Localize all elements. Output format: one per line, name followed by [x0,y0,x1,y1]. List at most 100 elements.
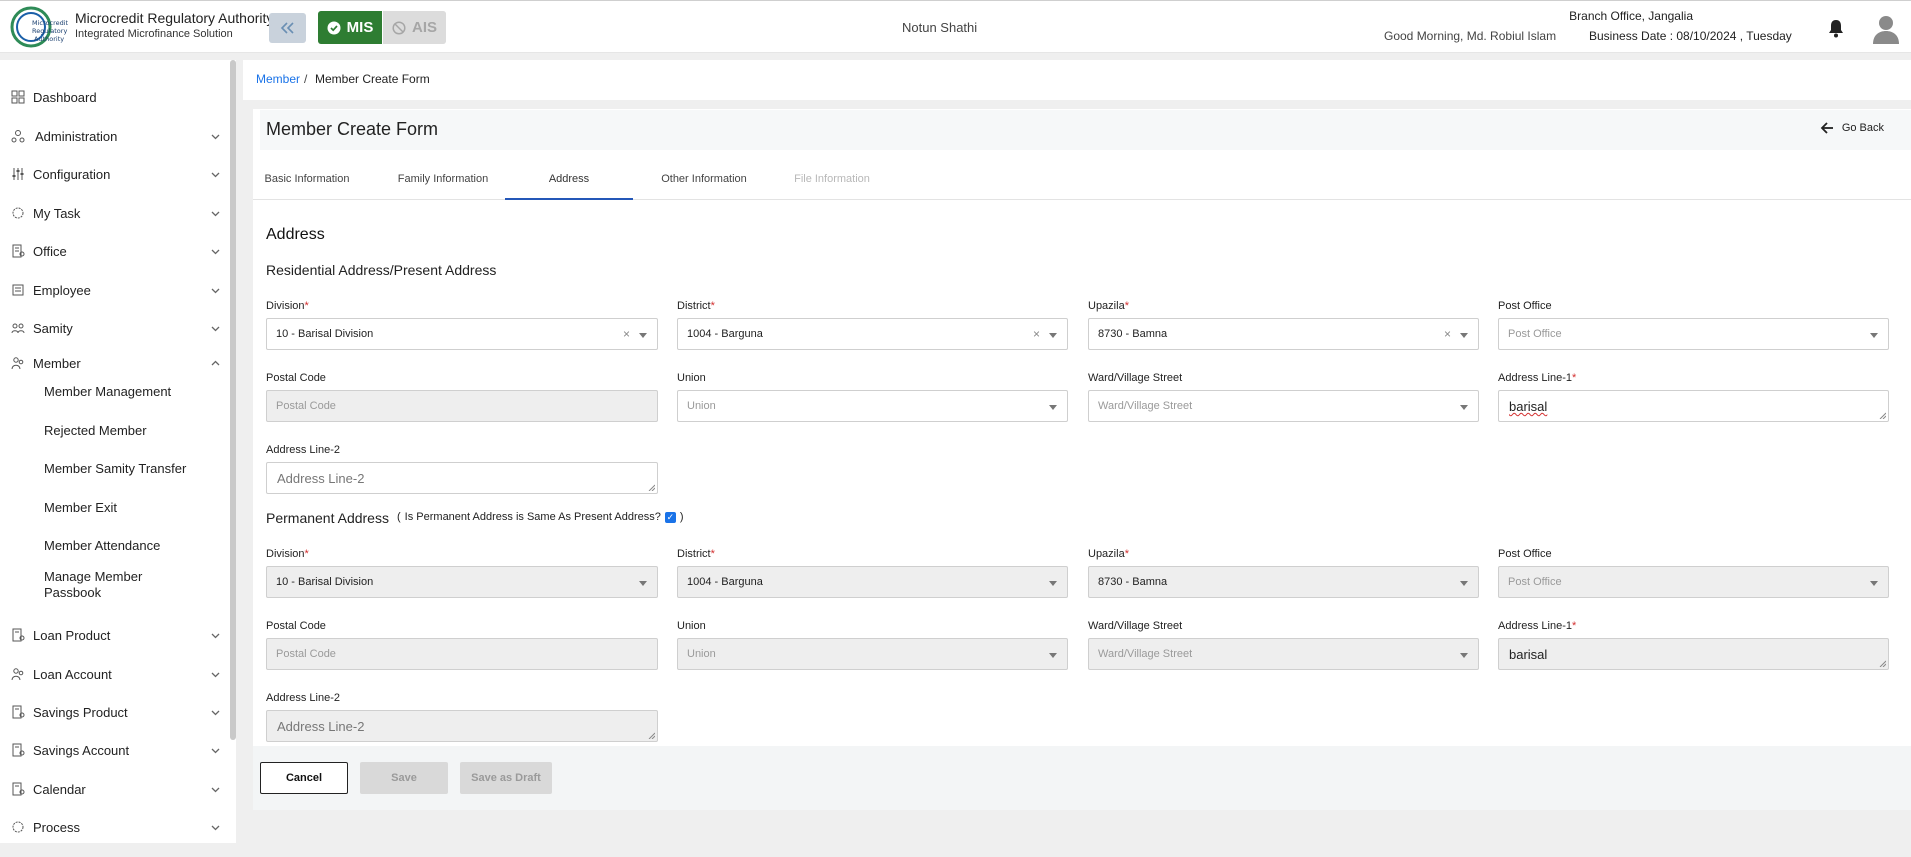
present-ward-select[interactable]: Ward/Village Street [1088,390,1479,422]
present-upazila-select[interactable]: 8730 - Bamna × [1088,318,1479,350]
sidebar-subitem-member-exit[interactable]: Member Exit [44,500,117,516]
permanent-district-select[interactable]: 1004 - Barguna [677,566,1068,598]
mra-logo: Microcredit Regulatory Authority [10,6,68,48]
save-button[interactable]: Save [360,762,448,794]
clear-icon[interactable]: × [1033,327,1040,341]
sidebar-item-label: Savings Product [33,704,128,720]
svg-text:Regulatory: Regulatory [32,27,67,35]
tab-address[interactable]: Address [505,159,633,200]
present-division-select[interactable]: 10 - Barisal Division × [266,318,658,350]
ais-mode-button[interactable]: AIS [383,11,446,44]
tab-file-information[interactable]: File Information [768,159,896,200]
sidebar-item-label: Calendar [33,781,86,797]
sidebar-item-member[interactable]: Member [0,351,226,375]
chevron-down-icon [639,581,647,586]
permanent-district-label: District* [677,548,715,560]
chevron-down-icon [1049,405,1057,410]
post-office-label: Post Office [1498,300,1552,312]
address-line-2-label: Address Line-2 [266,444,340,456]
page-title: Member Create Form [266,119,439,139]
sidebar-subitem-member-samity-transfer[interactable]: Member Samity Transfer [44,461,186,477]
sidebar-subitem-member-management[interactable]: Member Management [44,384,171,400]
sidebar-item-loan-product[interactable]: Loan Product [0,623,226,647]
sidebar-subitem-manage-member-passbook[interactable]: Manage Member Passbook [44,569,194,601]
block-icon [392,20,406,35]
sidebar-item-dashboard[interactable]: Dashboard [0,85,226,109]
present-postal-code-input[interactable]: Postal Code [266,390,658,422]
sidebar-item-label: Administration [35,128,118,144]
ais-label: AIS [411,19,437,36]
project-name: Notun Shathi [902,20,978,35]
sidebar-subitem-rejected-member[interactable]: Rejected Member [44,423,147,439]
cancel-button[interactable]: Cancel [260,762,348,794]
tab-family-information[interactable]: Family Information [378,159,508,200]
present-union-select[interactable]: Union [677,390,1068,422]
notification-bell-icon[interactable] [1827,18,1845,38]
administration-icon [11,130,25,143]
sidebar-item-process[interactable]: Process [0,815,226,839]
union-label: Union [677,372,706,384]
calendar-icon [12,782,25,796]
sidebar-item-my-task[interactable]: My Task [0,201,226,225]
permanent-post-office-select[interactable]: Post Office [1498,566,1889,598]
permanent-address-line-2-textarea[interactable]: Address Line-2 [266,710,658,742]
sidebar-scrollbar[interactable] [230,60,236,740]
collapse-sidebar-button[interactable] [269,13,306,43]
sidebar-item-savings-account[interactable]: Savings Account [0,738,226,762]
present-address-line-1-textarea[interactable]: barisal [1498,390,1889,422]
sidebar-item-loan-account[interactable]: Loan Account [0,662,226,686]
sidebar-item-savings-product[interactable]: Savings Product [0,700,226,724]
svg-text:Authority: Authority [34,35,64,43]
save-as-draft-button[interactable]: Save as Draft [460,762,552,794]
sidebar-item-label: Configuration [33,166,111,182]
permanent-postal-code-label: Postal Code [266,620,326,632]
tab-basic-information[interactable]: Basic Information [253,159,361,200]
permanent-division-select[interactable]: 10 - Barisal Division [266,566,658,598]
permanent-upazila-select[interactable]: 8730 - Bamna [1088,566,1479,598]
sidebar-item-configuration[interactable]: Configuration [0,162,226,186]
sidebar-item-label: Process [33,819,80,835]
permanent-union-select[interactable]: Union [677,638,1068,670]
arrow-left-icon [1820,122,1833,134]
resize-grip-icon[interactable] [648,732,655,739]
chevron-down-icon [1049,333,1057,338]
resize-grip-icon[interactable] [1879,412,1886,419]
sidebar-item-employee[interactable]: Employee [0,278,226,302]
same-address-note: ( Is Permanent Address is Same As Presen… [397,511,684,523]
permanent-postal-code-input[interactable]: Postal Code [266,638,658,670]
present-district-select[interactable]: 1004 - Barguna × [677,318,1068,350]
sidebar-item-calendar[interactable]: Calendar [0,777,226,801]
resize-grip-icon[interactable] [1879,660,1886,667]
clear-icon[interactable]: × [1444,327,1451,341]
sidebar-item-label: Loan Account [33,666,112,682]
employee-icon [12,284,24,296]
go-back-button[interactable]: Go Back [1820,122,1884,134]
business-date: Business Date : 08/10/2024 , Tuesday [1589,29,1792,43]
permanent-address-line-1-textarea[interactable]: barisal [1498,638,1889,670]
present-address-line-2-textarea[interactable]: Address Line-2 [266,462,658,494]
office-icon [12,244,25,258]
clear-icon[interactable]: × [623,327,630,341]
sidebar-item-samity[interactable]: Samity [0,316,226,340]
task-icon [12,207,24,219]
chevron-down-icon [211,211,220,216]
permanent-division-label: Division* [266,548,309,560]
sidebar-item-administration[interactable]: Administration [0,124,226,148]
present-post-office-select[interactable]: Post Office [1498,318,1889,350]
dashboard-icon [11,90,25,104]
sidebar-item-label: Dashboard [33,89,97,105]
ward-label: Ward/Village Street [1088,372,1183,384]
same-address-checkbox[interactable]: ✓ [664,511,676,523]
sidebar-item-office[interactable]: Office [0,239,226,263]
resize-grip-icon[interactable] [648,484,655,491]
user-avatar-icon[interactable] [1871,13,1901,45]
mode-switch: MIS AIS [318,11,446,44]
breadcrumb-current: Member Create Form [315,72,430,86]
mis-mode-button[interactable]: MIS [318,11,383,44]
address-section-title: Address [266,226,325,243]
breadcrumb-member-link[interactable]: Member [256,72,300,86]
present-address-title: Residential Address/Present Address [266,262,497,278]
sidebar-subitem-member-attendance[interactable]: Member Attendance [44,538,160,554]
tab-other-information[interactable]: Other Information [640,159,768,200]
permanent-ward-select[interactable]: Ward/Village Street [1088,638,1479,670]
